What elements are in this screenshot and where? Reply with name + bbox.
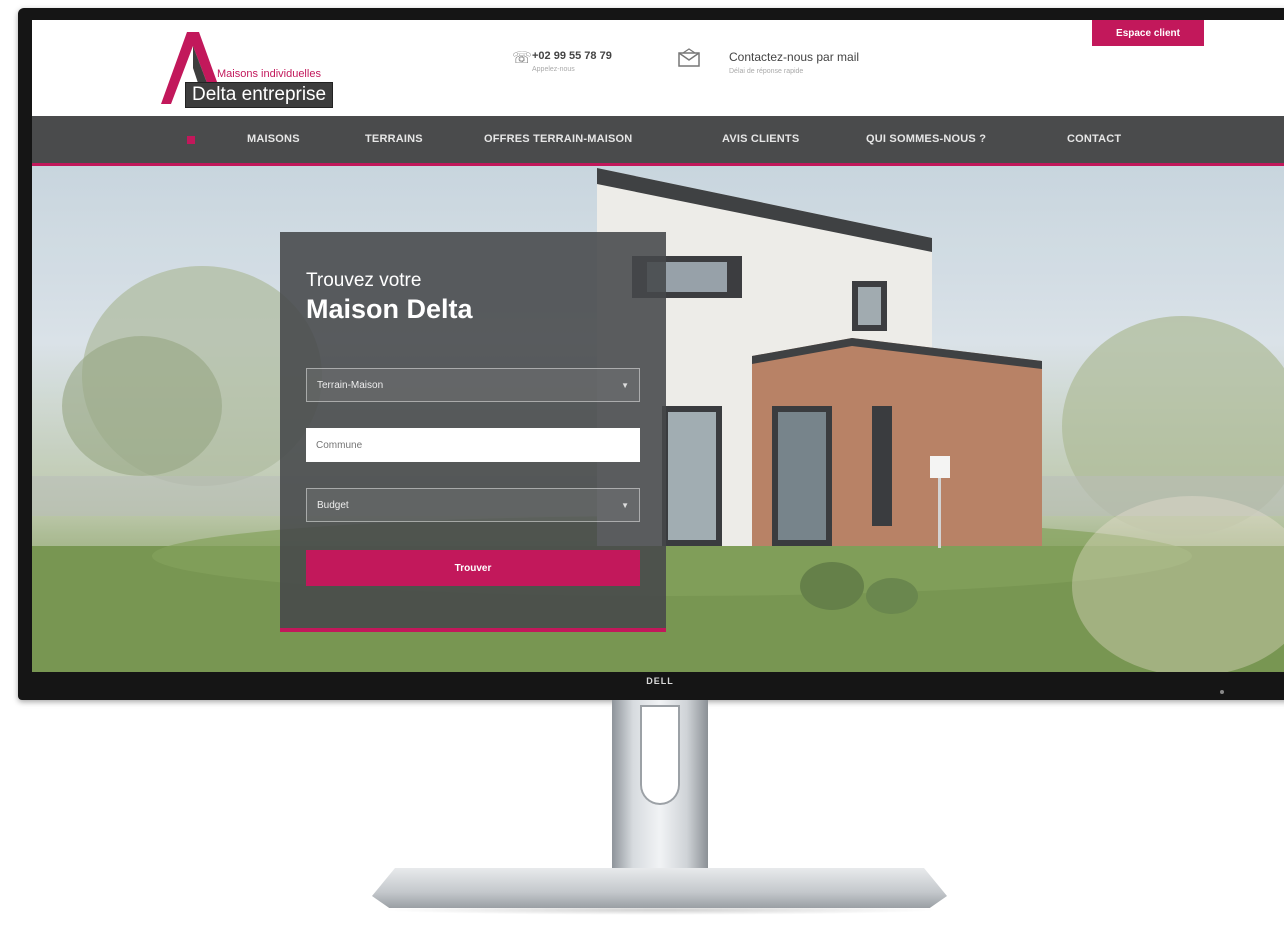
logo-name: Delta entreprise [185, 82, 334, 108]
search-title-line2: Maison Delta [306, 294, 473, 324]
commune-input[interactable] [306, 428, 640, 462]
mail-title[interactable]: Contactez-nous par mail [729, 50, 859, 64]
nav-item-avis[interactable]: AVIS CLIENTS [722, 116, 799, 163]
monitor-stand-base [372, 868, 947, 908]
main-nav: MAISONS TERRAINS OFFRES TERRAIN-MAISON A… [32, 116, 1284, 166]
logo-tagline: Maisons individuelles [217, 68, 321, 80]
mail-icon [678, 48, 700, 67]
nav-item-contact[interactable]: CONTACT [1067, 116, 1121, 163]
monitor-stand-cutout [640, 705, 680, 805]
phone-number[interactable]: +02 99 55 78 79 [532, 50, 612, 62]
type-select[interactable]: Terrain-Maison ▼ [306, 368, 640, 402]
site-header: Maisons individuelles Delta entreprise ☏… [32, 20, 1284, 116]
nav-item-offres[interactable]: OFFRES TERRAIN-MAISON [484, 116, 632, 163]
site-logo[interactable]: Maisons individuelles Delta entreprise [157, 24, 357, 108]
power-indicator [1220, 690, 1224, 694]
nav-item-terrains[interactable]: TERRAINS [365, 116, 423, 163]
home-icon[interactable] [187, 136, 195, 144]
search-panel: Trouvez votre Maison Delta Terrain-Maiso… [280, 232, 666, 632]
hero-banner: Trouvez votre Maison Delta Terrain-Maiso… [32, 166, 1284, 672]
chevron-down-icon: ▼ [621, 380, 629, 390]
phone-subtitle: Appelez-nous [532, 66, 575, 73]
budget-select[interactable]: Budget ▼ [306, 488, 640, 522]
nav-item-qui-sommes-nous[interactable]: QUI SOMMES-NOUS ? [866, 116, 986, 163]
nav-item-maisons[interactable]: MAISONS [247, 116, 300, 163]
chevron-down-icon: ▼ [621, 500, 629, 510]
type-select-value: Terrain-Maison [317, 379, 384, 391]
client-area-button[interactable]: Espace client [1092, 20, 1204, 46]
budget-select-value: Budget [317, 499, 349, 511]
monitor-brand-logo: DELL [646, 676, 674, 686]
find-button[interactable]: Trouver [306, 550, 640, 586]
search-title-line1: Trouvez votre [306, 270, 422, 291]
mail-subtitle: Délai de réponse rapide [729, 68, 804, 75]
monitor-screen: Maisons individuelles Delta entreprise ☏… [32, 20, 1284, 672]
phone-icon: ☏ [512, 50, 533, 67]
